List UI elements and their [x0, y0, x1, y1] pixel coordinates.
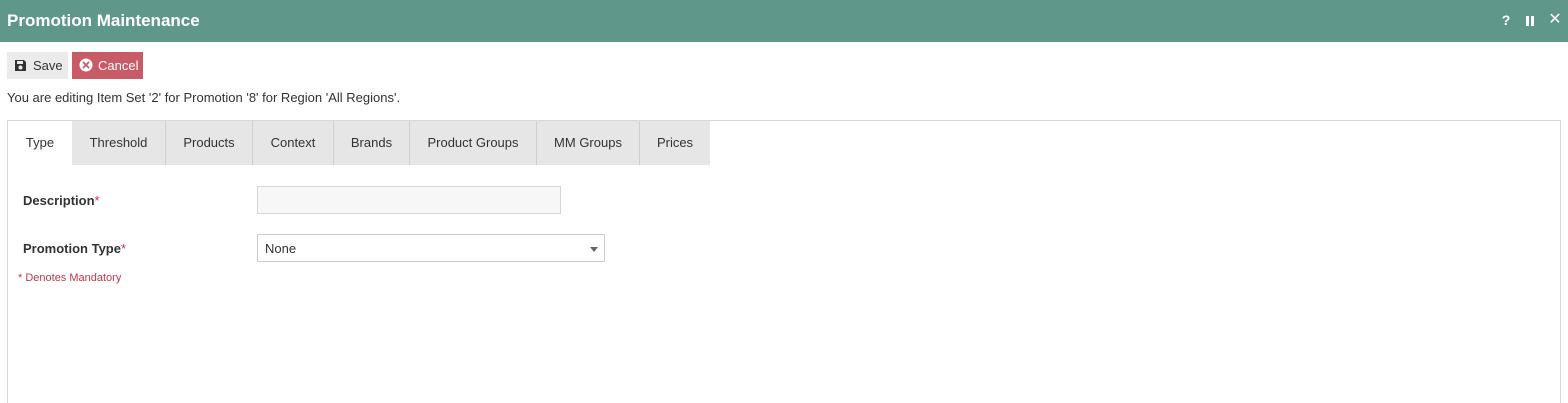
window-titlebar: Promotion Maintenance ? ✕: [0, 0, 1568, 42]
help-icon[interactable]: ?: [1498, 10, 1514, 30]
required-asterisk: *: [120, 241, 127, 256]
promotion-type-value: None: [265, 241, 297, 256]
cancel-button[interactable]: Cancel: [72, 52, 143, 79]
promotion-type-label-text: Promotion Type: [23, 241, 121, 256]
cancel-button-label: Cancel: [98, 58, 139, 73]
promotion-type-label: Promotion Type*: [23, 240, 126, 257]
promotion-type-select[interactable]: None: [257, 234, 605, 262]
close-icon[interactable]: ✕: [1547, 10, 1563, 30]
save-button[interactable]: Save: [7, 52, 68, 79]
description-label: Description*: [23, 192, 100, 209]
pause-icon[interactable]: [1522, 10, 1538, 30]
tab-product-groups[interactable]: Product Groups: [410, 121, 537, 165]
window-title: Promotion Maintenance: [7, 11, 200, 30]
description-label-text: Description: [23, 193, 95, 208]
tab-products[interactable]: Products: [166, 121, 253, 165]
save-button-label: Save: [33, 58, 63, 73]
circle-x-icon: [79, 58, 93, 72]
description-input[interactable]: [257, 186, 561, 214]
tab-prices[interactable]: Prices: [640, 121, 710, 165]
required-asterisk: *: [94, 193, 100, 208]
tab-context[interactable]: Context: [253, 121, 334, 165]
editing-info-text: You are editing Item Set '2' for Promoti…: [7, 90, 401, 105]
tab-mm-groups[interactable]: MM Groups: [537, 121, 640, 165]
tab-threshold[interactable]: Threshold: [72, 121, 166, 165]
tab-type[interactable]: Type: [8, 121, 72, 165]
mandatory-note: * Denotes Mandatory: [18, 272, 122, 284]
floppy-disk-icon: [15, 60, 26, 71]
dropdown-caret-icon: [590, 247, 598, 252]
tab-brands[interactable]: Brands: [334, 121, 410, 165]
